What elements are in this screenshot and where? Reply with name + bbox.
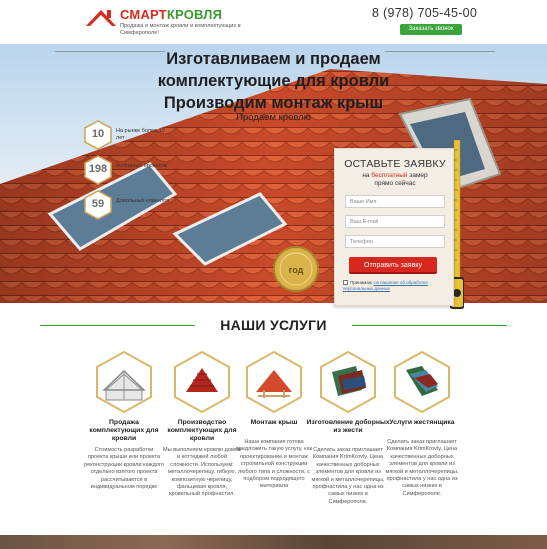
service-name: Услуги жестянщика xyxy=(389,419,455,426)
site-header: СМАРТКРОВЛЯ Продажа и монтаж кровли и ко… xyxy=(0,0,547,44)
email-input[interactable]: Ваш E-mail xyxy=(345,215,445,228)
service-description: Сделать заказ приглашает Компания KrimKr… xyxy=(385,439,459,497)
stat-label: На рынке более 10 лет xyxy=(116,128,165,141)
logo[interactable]: СМАРТКРОВЛЯ Продажа и монтаж кровли и ко… xyxy=(84,4,241,42)
services-heading: НАШИ УСЛУГИ xyxy=(0,312,547,338)
stat-number: 10 xyxy=(91,128,105,140)
hero-title-line3: Производим монтаж крыш xyxy=(163,94,384,112)
form-subtitle: на бесплатный замер прямо сейчас xyxy=(362,172,428,187)
logo-title: СМАРТКРОВЛЯ xyxy=(120,7,223,22)
stat-label: Довольных клиентов xyxy=(116,198,170,204)
submit-request-button[interactable]: Отправить заявку xyxy=(349,257,437,274)
metal-profiles-icon xyxy=(394,350,450,414)
hero-title-line1: Изготавливаем и продаем xyxy=(166,50,381,68)
service-description: Наша компания готова предложить такую ус… xyxy=(235,439,313,490)
service-description: Стоимость разработки проекта крыши или п… xyxy=(84,447,164,491)
quality-seal-icon: год xyxy=(273,246,319,292)
name-input[interactable]: Ваше Имя xyxy=(345,195,445,208)
service-name: Продажа комплектующих для кровли xyxy=(89,419,159,442)
roof-tiles-icon xyxy=(174,350,230,414)
service-description: Сделать заказ приглашает Компания KrimKr… xyxy=(311,447,385,505)
stat-clients: 59 Довольных клиентов xyxy=(84,190,174,220)
request-form: ОСТАВЬТЕ ЗАЯВКУ на бесплатный замер прям… xyxy=(334,148,454,306)
agreement-checkbox[interactable]: Принимаю соглашение об обработке персона… xyxy=(343,280,451,292)
house-frame-icon xyxy=(96,350,152,414)
services-title: НАШИ УСЛУГИ xyxy=(220,317,327,333)
call-request-button[interactable]: Заказать звонок xyxy=(400,24,462,35)
stat-number: 59 xyxy=(91,198,105,210)
stat-years: 10 На рынке более 10 лет xyxy=(84,120,174,150)
divider-line xyxy=(385,51,495,52)
service-description: Мы выполняем кровлю домов и коттеджей лю… xyxy=(163,447,241,498)
stat-projects: 198 Успешных проектов xyxy=(84,155,174,185)
stat-label: Успешных проектов xyxy=(116,163,167,169)
form-title: ОСТАВЬТЕ ЗАЯВКУ xyxy=(344,158,446,170)
hero-subtitle: Продаем кровлю xyxy=(236,112,311,123)
checkbox-icon[interactable] xyxy=(343,280,348,286)
svg-text:год: год xyxy=(289,265,304,275)
logo-subtitle: Продажа и монтаж кровли и комплектующих … xyxy=(120,23,241,36)
service-name: Изготовление доборных из жести xyxy=(306,419,390,434)
roof-structure-icon xyxy=(246,350,302,414)
roof-logo-icon xyxy=(86,10,116,26)
metal-flashings-icon xyxy=(320,350,376,414)
divider-line xyxy=(55,51,165,52)
stat-number: 198 xyxy=(88,163,108,175)
hero-title-line2: комплектующие для кровли xyxy=(157,72,390,90)
service-name: Монтаж крыш xyxy=(250,419,298,426)
footer-image-strip xyxy=(0,535,547,549)
phone-input[interactable]: Телефон xyxy=(345,235,445,248)
phone-number[interactable]: 8 (978) 705-45-00 xyxy=(372,6,477,20)
